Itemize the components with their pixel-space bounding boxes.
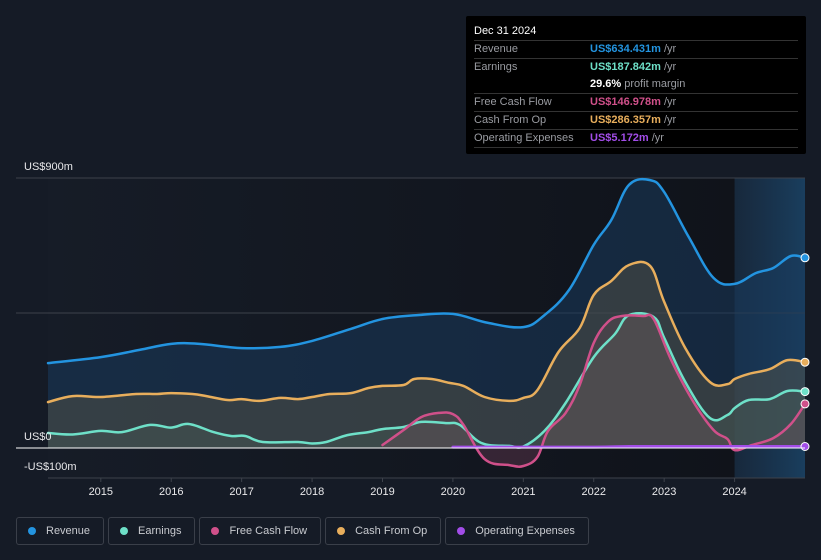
legend-label: Earnings — [138, 525, 182, 537]
legend-label: Operating Expenses — [475, 525, 575, 537]
x-tick-label: 2016 — [159, 486, 183, 498]
tooltip-unit: /yr — [651, 132, 664, 144]
legend-item-operating-expenses[interactable]: Operating Expenses — [445, 517, 589, 545]
x-tick-label: 2015 — [89, 486, 113, 498]
x-tick-label: 2023 — [652, 486, 676, 498]
tooltip-value: 29.6% — [590, 78, 622, 90]
legend: Revenue Earnings Free Cash Flow Cash Fro… — [16, 517, 589, 545]
x-tick-label: 2019 — [370, 486, 394, 498]
endpoint-free-cash-flow — [800, 399, 810, 409]
x-tick-label: 2021 — [511, 486, 535, 498]
legend-dot-icon — [28, 527, 36, 535]
legend-item-earnings[interactable]: Earnings — [108, 517, 196, 545]
y-label-neg100: -US$100m — [24, 461, 77, 473]
y-label-900: US$900m — [24, 161, 73, 173]
x-tick-label: 2018 — [300, 486, 324, 498]
tooltip-value: US$286.357m — [590, 114, 661, 126]
tooltip-row-earnings: Earnings US$187.842m /yr — [474, 59, 798, 76]
endpoint-operating-expenses — [800, 442, 810, 451]
legend-label: Free Cash Flow — [229, 525, 308, 537]
endpoint-earnings — [800, 387, 810, 397]
x-tick-label: 2022 — [582, 486, 606, 498]
tooltip-value: US$146.978m — [590, 96, 661, 108]
endpoint-revenue — [800, 253, 810, 263]
tooltip-label — [474, 76, 590, 93]
tooltip-label: Operating Expenses — [474, 132, 574, 144]
tooltip-value: US$634.431m — [590, 43, 661, 55]
tooltip-label: Free Cash Flow — [474, 96, 552, 108]
tooltip-row-cash-from-op: Cash From Op US$286.357m /yr — [474, 112, 798, 130]
tooltip-row-profit-margin: 29.6% profit margin — [474, 76, 798, 94]
tooltip-row-operating-expenses: Operating Expenses US$5.172m /yr — [474, 130, 798, 148]
legend-label: Revenue — [46, 525, 91, 537]
legend-dot-icon — [120, 527, 129, 535]
legend-dot-icon — [211, 527, 220, 535]
tooltip-label: Cash From Op — [474, 114, 547, 126]
line-operating-expenses — [451, 444, 807, 449]
tooltip-unit: /yr — [663, 114, 677, 126]
legend-item-free-cash-flow[interactable]: Free Cash Flow — [199, 517, 322, 545]
x-tick-label: 2020 — [441, 486, 465, 498]
legend-item-revenue[interactable]: Revenue — [16, 517, 105, 545]
tooltip-value: US$5.172m — [590, 132, 649, 144]
legend-dot-icon — [337, 527, 346, 535]
tooltip-unit: profit margin — [624, 78, 686, 90]
tooltip-date: Dec 31 2024 — [474, 23, 798, 41]
tooltip-label: Earnings — [474, 61, 518, 73]
tooltip-unit: /yr — [663, 96, 677, 108]
tooltip: Dec 31 2024 Revenue US$634.431m /yr Earn… — [466, 16, 806, 154]
tooltip-value: US$187.842m — [590, 61, 661, 73]
tooltip-unit: /yr — [663, 61, 677, 73]
tooltip-row-free-cash-flow: Free Cash Flow US$146.978m /yr — [474, 94, 798, 112]
y-label-0: US$0 — [24, 431, 52, 443]
endpoint-cash-from-op — [800, 357, 810, 367]
x-tick-label: 2017 — [229, 486, 253, 498]
legend-dot-icon — [457, 527, 466, 535]
tooltip-row-revenue: Revenue US$634.431m /yr — [474, 41, 798, 59]
tooltip-unit: /yr — [663, 43, 677, 55]
x-tick-label: 2024 — [722, 486, 746, 498]
legend-item-cash-from-op[interactable]: Cash From Op — [325, 517, 442, 545]
legend-label: Cash From Op — [355, 525, 428, 537]
tooltip-label: Revenue — [474, 43, 519, 55]
